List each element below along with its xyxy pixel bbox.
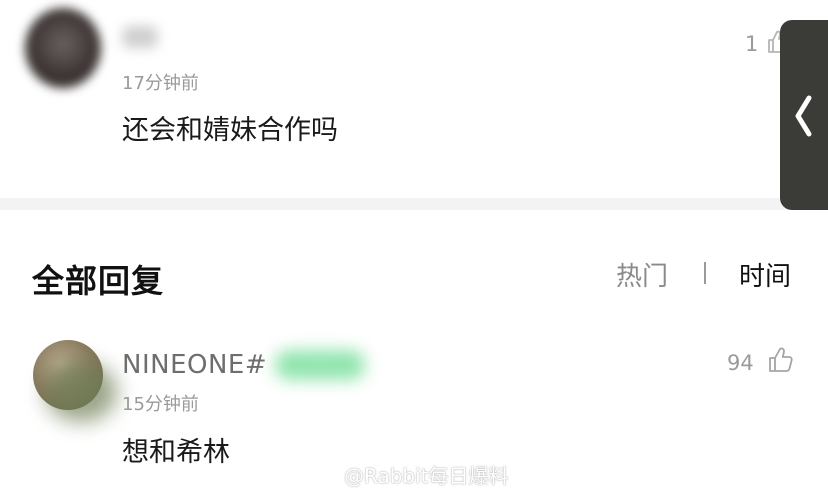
- replies-section: 全部回复 热门 时间 NINEONE# 15分钟前 想和希林 94 @Rabbi…: [0, 210, 828, 494]
- avatar-redaction: [45, 362, 117, 422]
- sort-hot-tab[interactable]: 热门: [616, 256, 668, 293]
- username-redacted: [275, 350, 365, 380]
- thumbs-up-icon[interactable]: [767, 346, 795, 374]
- back-handle[interactable]: [780, 20, 828, 210]
- reply-username[interactable]: NINEONE#: [122, 350, 267, 380]
- username-redacted: [122, 26, 158, 48]
- reply-time: 15分钟前: [122, 394, 199, 415]
- avatar[interactable]: [25, 8, 101, 88]
- weibo-logo-icon: [312, 465, 338, 486]
- sort-divider: [704, 262, 706, 284]
- watermark-text: @Rabbit每日爆料: [344, 464, 509, 488]
- watermark: @Rabbit每日爆料: [312, 460, 509, 489]
- like-count: 94: [727, 351, 754, 375]
- replies-title: 全部回复: [32, 262, 165, 300]
- comment-time: 17分钟前: [122, 73, 199, 94]
- top-comment-card: 17分钟前 还会和婧妹合作吗 1: [0, 0, 828, 198]
- chevron-left-icon: [795, 95, 812, 137]
- comment-text: 还会和婧妹合作吗: [122, 115, 338, 146]
- reply-text: 想和希林: [122, 437, 230, 468]
- sort-time-tab[interactable]: 时间: [739, 256, 791, 293]
- like-count: 1: [745, 32, 759, 56]
